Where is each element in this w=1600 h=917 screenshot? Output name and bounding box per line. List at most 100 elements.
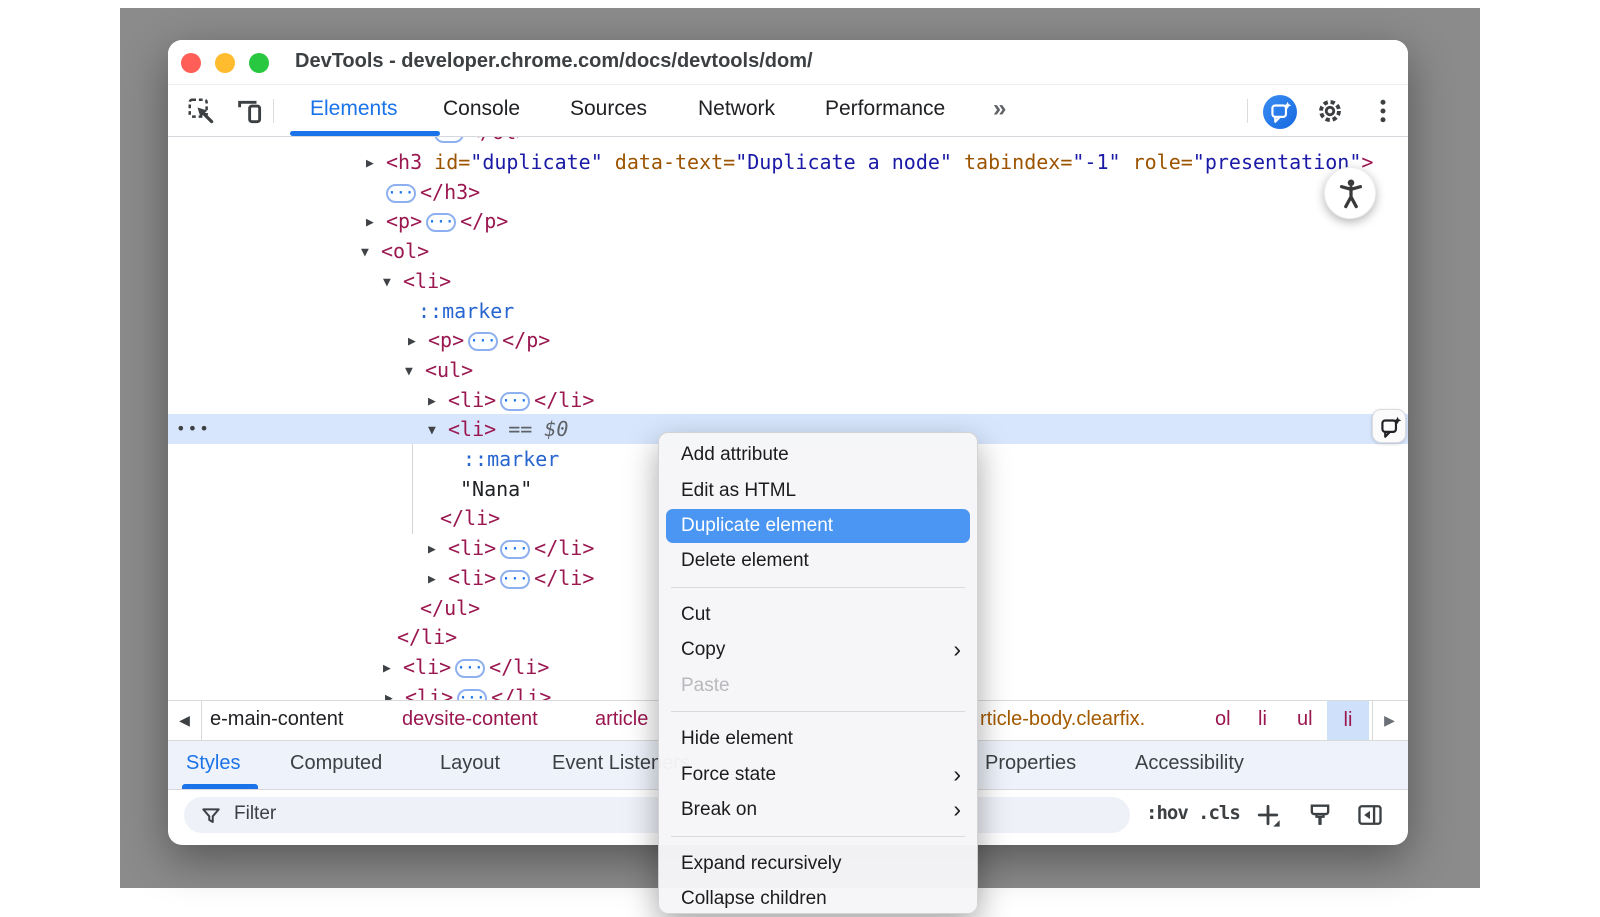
breadcrumb-item[interactable]: ul [1297,708,1313,731]
dom-node-tag: </ul> [420,596,480,620]
ai-assistant-icon[interactable] [1263,95,1297,129]
menu-item-delete-element[interactable]: Delete element [659,543,977,579]
toggle-device-toolbar-icon[interactable] [234,96,264,126]
ask-ai-row-button[interactable] [1372,409,1406,443]
expand-arrow-icon[interactable]: ▶ [383,654,403,684]
context-menu: Add attributeEdit as HTMLDuplicate eleme… [658,432,978,914]
tab-console[interactable]: Console [443,97,520,121]
dom-node-tag: <li> [448,417,496,441]
dom-tree-row[interactable]: ▶<li>···</li> [168,385,1408,415]
collapsed-content-icon[interactable]: ··· [500,540,530,559]
accessibility-widget-button[interactable] [1324,167,1376,219]
breadcrumb-item-selected[interactable]: li [1327,701,1369,740]
dom-node-tag: <li> [405,685,453,700]
dom-node-tag: <li> [403,655,451,679]
collapsed-content-icon[interactable]: ··· [386,184,416,203]
rendering-brush-icon[interactable] [1306,801,1334,829]
tab-elements[interactable]: Elements [310,97,398,121]
collapsed-content-icon[interactable]: ··· [457,689,487,700]
menu-item-break-on[interactable]: Break on› [659,792,977,828]
dom-node-str: "Nana" [460,477,532,501]
window-title: DevTools - developer.chrome.com/docs/dev… [295,50,813,73]
dom-node-attr: id= [422,150,470,174]
expand-arrow-icon[interactable]: ▶ [385,684,405,700]
menu-item-edit-as-html[interactable]: Edit as HTML [659,473,977,509]
collapsed-content-icon[interactable]: ··· [434,137,464,143]
dom-node-tag: <h3 [386,150,422,174]
collapsed-content-icon[interactable]: ··· [500,392,530,411]
breadcrumb-item[interactable]: devsite-content [402,708,538,731]
panel-tab-accessibility[interactable]: Accessibility [1135,752,1244,775]
collapse-arrow-icon[interactable]: ▼ [428,416,448,446]
dom-tree-row[interactable]: ▼<li> [168,266,1408,296]
breadcrumb-item[interactable]: rticle-body.clearfix. [980,708,1145,731]
toggle-class-button[interactable]: .cls [1198,802,1240,824]
breadcrumb-scroll-right-icon[interactable]: ▶ [1372,701,1406,740]
dom-tree-row[interactable]: ▼<ul> [168,355,1408,385]
dom-node-tag: <ul> [425,358,473,382]
dom-tree-row[interactable]: ···</ol> [168,137,1408,147]
active-tab-underline [290,131,440,136]
breadcrumb-scroll-left-icon[interactable]: ◀ [168,701,202,740]
dom-tree-row[interactable]: ::marker [168,296,1408,326]
filter-placeholder: Filter [234,803,276,825]
dom-tree-row[interactable]: ▶<p>···</p> [168,325,1408,355]
expand-arrow-icon[interactable]: ▶ [428,565,448,595]
panel-tab-computed[interactable]: Computed [290,752,382,775]
collapsed-content-icon[interactable]: ··· [455,659,485,678]
menu-separator [659,703,977,721]
dom-node-tag: <ol> [381,239,429,263]
breadcrumb-item[interactable]: ol [1215,708,1231,731]
dom-node-tag: <li> [448,566,496,590]
dom-node-tag: </li> [440,506,500,530]
panel-tab-properties[interactable]: Properties [985,752,1076,775]
dom-node-var: $0 [544,417,568,441]
breadcrumb-item[interactable]: e-main-content [210,708,343,731]
collapse-arrow-icon[interactable]: ▼ [361,238,381,268]
menu-item-expand-recursively[interactable]: Expand recursively [659,846,977,882]
dom-tree-row[interactable]: ▶<p>···</p> [168,206,1408,236]
expand-arrow-icon[interactable]: ▶ [366,149,386,179]
toggle-pseudo-state-button[interactable]: :hov [1146,802,1188,824]
menu-item-collapse-children[interactable]: Collapse children [659,881,977,917]
maximize-window-button[interactable] [249,53,269,73]
menu-item-hide-element[interactable]: Hide element [659,721,977,757]
menu-item-force-state[interactable]: Force state› [659,757,977,793]
collapsed-content-icon[interactable]: ··· [426,213,456,232]
dom-tree-row[interactable]: ▼<ol> [168,236,1408,266]
tab-sources[interactable]: Sources [570,97,647,121]
kebab-menu-icon[interactable] [1368,96,1398,126]
collapse-arrow-icon[interactable]: ▼ [383,268,403,298]
menu-item-add-attribute[interactable]: Add attribute [659,437,977,473]
settings-gear-icon[interactable] [1315,96,1345,126]
dom-tree-row[interactable]: ▶<h3 id="duplicate" data-text="Duplicate… [168,147,1408,177]
dom-node-tag: </h3> [420,180,480,204]
expand-arrow-icon[interactable]: ▶ [428,387,448,417]
expand-arrow-icon[interactable]: ▶ [408,327,428,357]
menu-item-copy[interactable]: Copy› [659,632,977,668]
menu-item-cut[interactable]: Cut [659,597,977,633]
breadcrumb-item[interactable]: article [595,708,648,731]
new-style-rule-icon[interactable] [1254,801,1282,829]
dom-node-tag: </li> [397,625,457,649]
collapsed-content-icon[interactable]: ··· [468,332,498,351]
more-tabs-icon[interactable]: » [993,95,1004,123]
close-window-button[interactable] [181,53,201,73]
tab-performance[interactable]: Performance [825,97,945,121]
panel-tab-layout[interactable]: Layout [440,752,500,775]
minimize-window-button[interactable] [215,53,235,73]
breadcrumb-item[interactable]: li [1258,708,1267,731]
inspect-element-icon[interactable] [186,96,216,126]
expand-arrow-icon[interactable]: ▶ [366,208,386,238]
dom-node-tag: </li> [534,388,594,412]
toolbar-divider-right [1247,99,1248,123]
dom-tree-row[interactable]: ···</h3> [168,177,1408,207]
filter-input[interactable]: Filter [184,797,1130,833]
panel-tab-styles[interactable]: Styles [186,752,240,775]
collapse-arrow-icon[interactable]: ▼ [405,357,425,387]
toggle-sidebar-icon[interactable] [1356,801,1384,829]
expand-arrow-icon[interactable]: ▶ [428,535,448,565]
menu-item-duplicate-element[interactable]: Duplicate element [666,509,970,543]
tab-network[interactable]: Network [698,97,775,121]
collapsed-content-icon[interactable]: ··· [500,570,530,589]
